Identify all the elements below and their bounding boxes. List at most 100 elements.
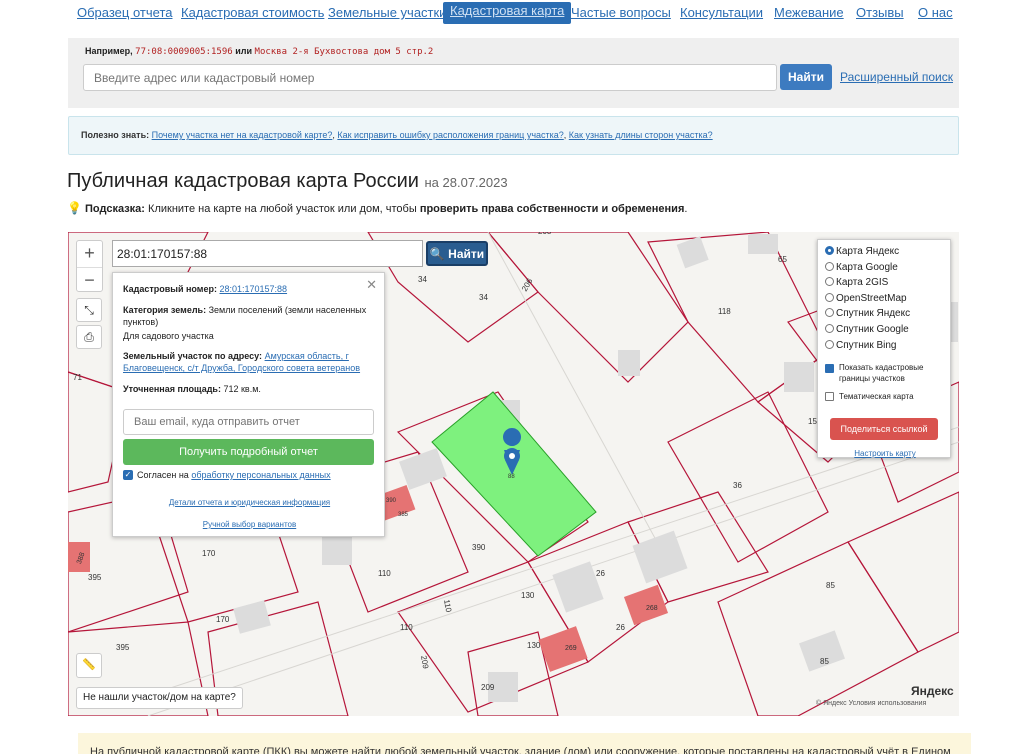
nav-link-consultations[interactable]: Консультации: [680, 5, 763, 20]
map-label: 85: [826, 581, 835, 590]
map-layers-panel: Карта Яндекс Карта Google Карта 2GIS Ope…: [817, 239, 951, 458]
map-label: 110: [400, 623, 413, 632]
address-search-input[interactable]: [83, 64, 777, 91]
map-label: 395: [116, 643, 130, 652]
print-icon[interactable]: ⎙: [76, 325, 102, 349]
page-title: Публичная кадастровая карта России на 28…: [67, 170, 508, 192]
configure-map-link[interactable]: Настроить карту: [818, 449, 952, 458]
useful-info-bar: Полезно знать: Почему участка нет на кад…: [68, 116, 959, 155]
radio-icon: [825, 293, 834, 302]
map-label: 36: [733, 481, 742, 490]
layer-option-yandex[interactable]: Карта Яндекс: [825, 246, 899, 257]
share-link-button[interactable]: Поделиться ссылкой: [830, 418, 938, 440]
radio-selected-icon: [825, 246, 834, 255]
show-borders-checkbox[interactable]: [825, 364, 834, 373]
not-found-button[interactable]: Не нашли участок/дом на карте?: [76, 687, 243, 709]
top-navigation: Образец отчета Кадастровая стоимость Зем…: [0, 0, 1023, 30]
map-label: 170: [216, 615, 230, 624]
report-details-link[interactable]: Детали отчета и юридическая информация: [113, 498, 386, 507]
cadastral-number-row: Кадастровый номер: 28:01:170157:88: [123, 284, 288, 294]
layer-option-2gis[interactable]: Карта 2GIS: [825, 277, 888, 288]
search-icon: 🔍: [429, 246, 445, 261]
layer-option-osm[interactable]: OpenStreetMap: [825, 293, 907, 304]
cadastral-number-link[interactable]: 28:01:170157:88: [219, 284, 287, 294]
map-label: 130: [521, 591, 535, 600]
map-label: 390: [386, 498, 397, 504]
area-row: Уточненная площадь: 712 кв.м.: [123, 384, 261, 394]
map-label: 26: [616, 623, 625, 632]
nav-link-about[interactable]: О нас: [918, 5, 953, 20]
radio-icon: [825, 308, 834, 317]
map-label: 130: [527, 641, 541, 650]
layer-option-yandex-sat[interactable]: Спутник Яндекс: [825, 308, 910, 319]
address-row: Земельный участок по адресу: Амурская об…: [123, 351, 361, 373]
lightbulb-icon: 💡: [67, 201, 82, 215]
parcel: [847, 491, 959, 653]
parcel-info-popup: ✕ Кадастровый номер: 28:01:170157:88 Кат…: [112, 272, 385, 537]
nav-link-faq[interactable]: Частые вопросы: [571, 5, 671, 20]
consent-row: Согласен на обработку персональных данны…: [137, 470, 331, 480]
email-field[interactable]: [123, 409, 374, 435]
thematic-map-checkbox[interactable]: [825, 392, 834, 401]
map-label: 385: [398, 512, 409, 518]
search-button[interactable]: Найти: [780, 64, 832, 90]
map-label: 110: [378, 569, 391, 578]
yandex-logo: Яндекс: [911, 684, 954, 698]
map-label: 170: [202, 549, 216, 558]
page-date: на 28.07.2023: [424, 175, 508, 190]
map-label: 71: [73, 373, 82, 382]
map-label: 118: [718, 307, 731, 316]
map-label: 395: [88, 573, 102, 582]
nav-link-land-plots[interactable]: Земельные участки: [328, 5, 446, 20]
map-label: 110: [442, 599, 453, 614]
fullscreen-icon[interactable]: ⤡: [76, 298, 102, 322]
map-search-button[interactable]: 🔍 Найти: [426, 241, 488, 266]
map-search-input[interactable]: [112, 240, 423, 267]
radio-icon: [825, 262, 834, 271]
nav-link-cadastral-map[interactable]: Кадастровая карта: [443, 2, 572, 24]
nav-link-surveying[interactable]: Межевание: [774, 5, 844, 20]
map-label: 34: [418, 275, 427, 284]
map-label: 268: [646, 605, 658, 612]
map-label: 209: [419, 655, 430, 670]
map-label: 34: [479, 293, 488, 302]
useful-link-fix-borders[interactable]: Как исправить ошибку расположения границ…: [337, 130, 563, 140]
radio-icon: [825, 277, 834, 286]
layer-option-google[interactable]: Карта Google: [825, 262, 898, 273]
search-example: Например, 77:08:0009005:1596 или Москва …: [85, 46, 434, 57]
useful-link-side-lengths[interactable]: Как узнать длины сторон участка?: [569, 130, 713, 140]
map-label: 65: [778, 255, 787, 264]
parcel: [667, 391, 829, 563]
map-label: 26: [596, 569, 605, 578]
map-label: 269: [565, 645, 577, 652]
thematic-map-label: Тематическая карта: [839, 392, 914, 401]
layer-option-google-sat[interactable]: Спутник Google: [825, 324, 909, 335]
consent-link[interactable]: обработку персональных данных: [191, 470, 330, 480]
category-row: Категория земель: Земли поселений (земли…: [123, 305, 367, 327]
cadastral-map[interactable]: 208 34 34 206 65 118 71 15 88 36 390 395…: [68, 232, 959, 716]
map-copyright[interactable]: © Яндекс Условия использования: [816, 700, 926, 707]
map-label: 390: [472, 543, 486, 552]
nav-link-sample-report[interactable]: Образец отчета: [77, 5, 172, 20]
nav-link-reviews[interactable]: Отзывы: [856, 5, 904, 20]
parcel: [717, 541, 919, 716]
zoom-control: + −: [76, 240, 103, 292]
manual-selection-link[interactable]: Ручной выбор вариантов: [113, 520, 386, 529]
layer-option-bing-sat[interactable]: Спутник Bing: [825, 340, 897, 351]
show-borders-label: Показать кадастровые границы участков: [839, 363, 924, 383]
nav-link-cadastral-value[interactable]: Кадастровая стоимость: [181, 5, 324, 20]
advanced-search-link[interactable]: Расширенный поиск: [840, 70, 953, 84]
consent-checkbox[interactable]: ✓: [123, 470, 133, 480]
ruler-icon[interactable]: 📏: [76, 653, 102, 678]
zoom-out-button[interactable]: −: [77, 267, 102, 293]
search-panel: Например, 77:08:0009005:1596 или Москва …: [68, 38, 959, 108]
radio-icon: [825, 340, 834, 349]
radio-icon: [825, 324, 834, 333]
example-address: Москва 2-я Бухвостова дом 5 стр.2: [254, 47, 434, 57]
map-label: 208: [538, 232, 552, 236]
land-use: Для садового участка: [123, 331, 214, 341]
get-report-button[interactable]: Получить подробный отчет: [123, 439, 374, 465]
useful-link-missing-plot[interactable]: Почему участка нет на кадастровой карте?: [152, 130, 333, 140]
example-cadastral-code: 77:08:0009005:1596: [135, 47, 233, 57]
zoom-in-button[interactable]: +: [77, 241, 102, 267]
